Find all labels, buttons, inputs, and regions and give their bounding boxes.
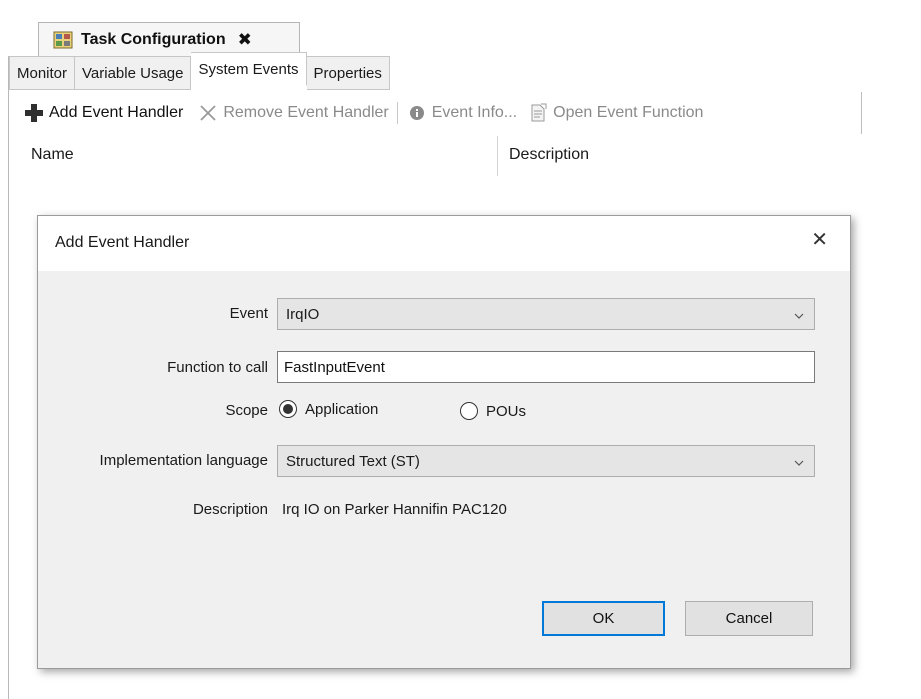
document-tabstrip: Task Configuration ✖ [8, 22, 921, 56]
function-input[interactable] [277, 351, 815, 383]
event-info-label: Event Info... [431, 104, 518, 121]
plus-icon [23, 102, 45, 124]
implementation-language-select[interactable]: Structured Text (ST) [277, 445, 815, 477]
dialog-body: Event IrqIO Function to call Scope Appli… [38, 271, 850, 668]
column-header-name[interactable]: Name [31, 146, 74, 164]
event-select-value: IrqIO [286, 305, 320, 323]
remove-event-handler-button[interactable]: Remove Event Handler [197, 102, 389, 124]
column-header-description[interactable]: Description [509, 146, 589, 164]
cancel-button[interactable]: Cancel [685, 601, 813, 636]
scope-application-radio[interactable]: Application [279, 400, 378, 418]
scope-application-label: Application [305, 400, 379, 418]
open-event-function-button[interactable]: Open Event Function [527, 102, 703, 124]
subtab-bar: Monitor Variable Usage System Events Pro… [9, 52, 390, 90]
close-icon[interactable]: ✖ [238, 31, 252, 48]
info-icon [406, 102, 428, 124]
tab-monitor[interactable]: Monitor [9, 56, 76, 90]
description-value: Irq IO on Parker Hannifin PAC120 [282, 501, 507, 518]
add-event-handler-dialog: Add Event Handler ✕ Event IrqIO Function… [37, 215, 851, 669]
radio-selected-icon [279, 400, 297, 418]
implementation-language-value: Structured Text (ST) [286, 452, 420, 470]
dialog-title: Add Event Handler [55, 234, 190, 251]
tab-title: Task Configuration [81, 30, 226, 48]
implementation-language-label: Implementation language [99, 452, 268, 469]
column-divider[interactable] [497, 136, 498, 176]
chevron-down-icon [794, 455, 804, 466]
ok-button[interactable]: OK [542, 601, 665, 636]
open-document-icon [527, 102, 549, 124]
add-event-handler-label: Add Event Handler [49, 104, 184, 121]
toolbar: Add Event Handler Remove Event Handler E… [9, 92, 862, 134]
remove-event-handler-label: Remove Event Handler [223, 104, 389, 121]
event-select[interactable]: IrqIO [277, 298, 815, 330]
description-label: Description [192, 501, 268, 518]
event-label: Event [229, 305, 268, 322]
scope-pous-label: POUs [486, 402, 527, 420]
open-event-function-label: Open Event Function [553, 104, 704, 121]
close-icon[interactable]: ✕ [811, 230, 828, 250]
toolbar-separator [396, 102, 398, 124]
scope-label: Scope [225, 402, 268, 419]
remove-x-icon [197, 102, 219, 124]
events-grid-header: Name Description [9, 136, 921, 176]
event-info-button[interactable]: Event Info... [406, 102, 517, 124]
function-label: Function to call [167, 359, 268, 376]
radio-unselected-icon [460, 402, 478, 420]
tab-properties[interactable]: Properties [306, 56, 390, 90]
task-config-icon [53, 31, 73, 49]
scope-pous-radio[interactable]: POUs [460, 402, 526, 420]
tab-task-configuration[interactable]: Task Configuration ✖ [38, 22, 300, 56]
tab-system-events[interactable]: System Events [191, 52, 307, 86]
add-event-handler-button[interactable]: Add Event Handler [23, 102, 183, 124]
chevron-down-icon [794, 308, 804, 319]
tab-variable-usage[interactable]: Variable Usage [75, 56, 192, 90]
